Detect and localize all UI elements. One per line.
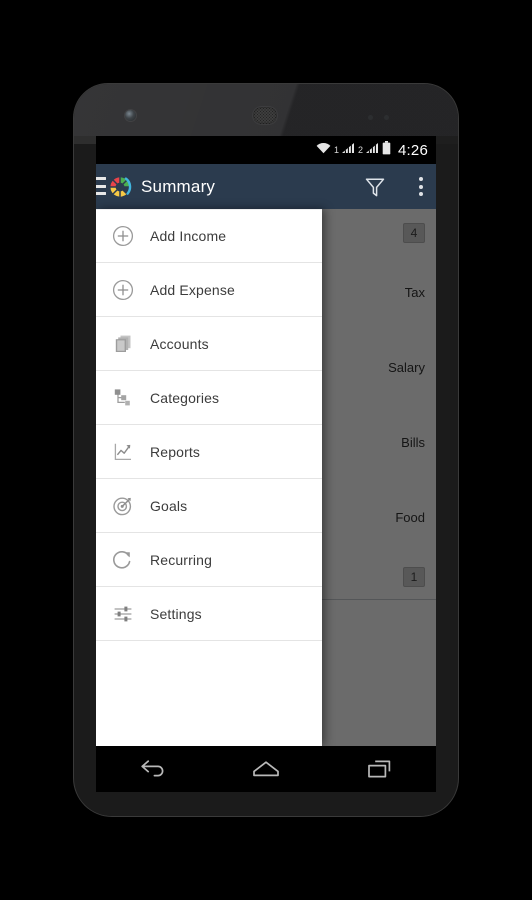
overflow-menu-icon[interactable] [418, 177, 423, 196]
drawer-item-label: Categories [150, 389, 220, 406]
home-pentagon-icon[interactable] [244, 755, 288, 783]
sliders-tune-icon [96, 602, 150, 626]
drawer-item-goals[interactable]: Goals [96, 479, 322, 533]
drawer-item-reports[interactable]: Reports [96, 425, 322, 479]
status-bar-clock: 4:26 [398, 141, 428, 159]
drawer-item-label: Add Income [150, 228, 227, 244]
drawer-item-label: Add Expense [150, 281, 235, 298]
sim2-label: 2 [357, 144, 363, 155]
plus-circle-icon [96, 224, 150, 248]
front-camera [125, 110, 136, 121]
drawer-item-add-income[interactable]: Add Income [96, 209, 322, 263]
drawer-item-add-expense[interactable]: Add Expense [96, 263, 322, 317]
drawer-item-label: Settings [150, 605, 202, 622]
navigation-drawer: Add Income Add Expense Accounts Categori… [96, 209, 322, 746]
drawer-item-settings[interactable]: Settings [96, 587, 322, 641]
sim1-label: 1 [333, 144, 339, 155]
earpiece-speaker [253, 107, 277, 124]
phone-bottom-bezel [74, 792, 458, 816]
battery-full-icon [382, 140, 391, 160]
drawer-item-categories[interactable]: Categories [96, 371, 322, 425]
line-chart-icon [96, 440, 150, 464]
drawer-item-label: Reports [150, 443, 201, 460]
phone-device-frame: 1 2 4:26 Summary Add Income Add Expense … [74, 84, 458, 816]
signal-bars-icon [365, 141, 379, 159]
wifi-icon [316, 141, 331, 159]
drawer-item-accounts[interactable]: Accounts [96, 317, 322, 371]
phone-screen: 1 2 4:26 Summary Add Income Add Expense … [96, 136, 436, 746]
recent-apps-icon[interactable] [357, 755, 401, 783]
proximity-sensor [368, 115, 373, 120]
light-sensor [384, 115, 389, 120]
drawer-item-label: Recurring [150, 551, 213, 568]
action-bar: Summary [96, 164, 436, 209]
page-title: Summary [141, 176, 216, 196]
back-arrow-icon[interactable] [131, 755, 175, 783]
system-navigation-bar [96, 746, 436, 792]
drawer-item-recurring[interactable]: Recurring [96, 533, 322, 587]
drawer-item-label: Goals [150, 497, 188, 514]
target-dart-icon [96, 494, 150, 518]
status-bar: 1 2 4:26 [96, 136, 436, 164]
refresh-circular-arrow-icon [96, 548, 150, 572]
plus-circle-icon [96, 278, 150, 302]
signal-bars-icon [341, 141, 355, 159]
drawer-empty-space [96, 641, 322, 746]
hamburger-menu-icon[interactable] [96, 177, 106, 195]
stacked-cards-icon [96, 332, 150, 356]
drawer-item-label: Accounts [150, 335, 209, 352]
donut-chart-logo-icon [107, 174, 133, 200]
filter-funnel-icon[interactable] [363, 175, 387, 199]
hierarchy-nodes-icon [96, 386, 150, 410]
